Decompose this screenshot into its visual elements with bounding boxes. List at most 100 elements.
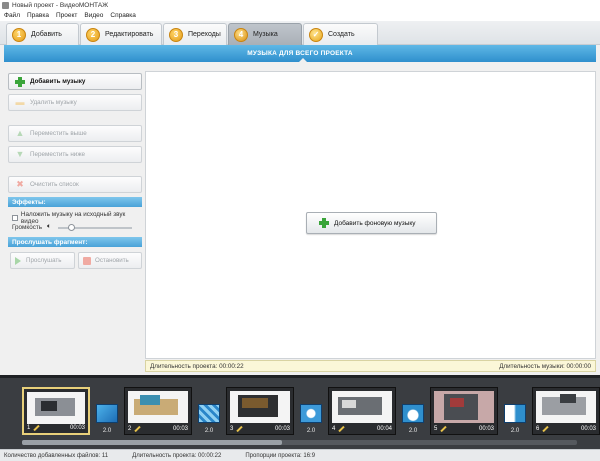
listen-label: Прослушать	[26, 257, 62, 264]
menu-video[interactable]: Видео	[84, 12, 103, 19]
transition-icon	[198, 404, 220, 423]
transition-duration: 2.0	[102, 428, 112, 434]
add-music-button[interactable]: Добавить музыку	[8, 73, 142, 90]
transition-duration: 2.0	[204, 428, 214, 434]
status-bar: Количество добавленных файлов: 11 Длител…	[0, 449, 600, 461]
timeline-scrollbar[interactable]	[22, 440, 577, 445]
timeline-clip[interactable]: 2 00:03	[124, 387, 192, 435]
listen-button[interactable]: Прослушать	[10, 252, 75, 269]
volume-label: Громкость	[12, 223, 43, 231]
checkmark-icon: ✓	[309, 27, 323, 42]
clip-info: 6 00:03	[533, 423, 599, 434]
project-duration: Длительность проекта: 00:00:22	[150, 362, 244, 370]
files-added-count: Количество добавленных файлов: 11	[4, 452, 109, 459]
pencil-icon[interactable]	[134, 425, 142, 432]
tab-label: Редактировать	[105, 31, 154, 38]
transition[interactable]: 2.0	[502, 404, 528, 434]
window-title: Новый проект - ВидеоМОНТАЖ	[12, 1, 109, 9]
clip-index: 4	[332, 425, 336, 432]
pencil-icon[interactable]	[338, 425, 346, 432]
music-sidebar: Добавить музыку ▬ Удалить музыку ▲ Перем…	[4, 66, 142, 372]
clear-list-button[interactable]: ✖ Очистить список	[8, 176, 142, 193]
remove-music-button[interactable]: ▬ Удалить музыку	[8, 94, 142, 111]
tab-transitions[interactable]: 3 Переходы	[163, 23, 227, 45]
aspect-ratio: Пропорции проекта: 16:9	[245, 452, 316, 459]
stop-label: Остановить	[95, 257, 129, 264]
add-background-music-label: Добавить фоновую музыку	[334, 219, 416, 227]
volume-slider-handle[interactable]	[68, 224, 75, 231]
transition[interactable]: 2.0	[400, 404, 426, 434]
step-number-icon: 1	[12, 27, 26, 42]
clip-duration: 00:03	[478, 425, 494, 432]
clip-thumbnail	[332, 391, 392, 423]
clip-thumbnail	[27, 392, 85, 424]
timeline-clip[interactable]: 5 00:03	[430, 387, 498, 435]
arrow-down-icon: ▼	[15, 149, 25, 159]
title-bar: Новый проект - ВидеоМОНТАЖ	[0, 0, 600, 10]
timeline-clip[interactable]: 1 00:03	[22, 387, 90, 435]
tab-label: Создать	[328, 31, 355, 38]
transition-duration: 2.0	[510, 428, 520, 434]
tab-add[interactable]: 1 Добавить	[6, 23, 79, 45]
add-background-music-button[interactable]: Добавить фоновую музыку	[306, 212, 437, 234]
step-number-icon: 3	[169, 27, 183, 42]
plus-icon	[319, 218, 329, 228]
tab-label: Музыка	[253, 31, 278, 38]
move-up-label: Переместить выше	[30, 130, 87, 137]
header-notch	[298, 58, 308, 63]
pencil-icon[interactable]	[33, 424, 41, 431]
clip-info: 2 00:03	[125, 423, 191, 434]
timeline: 1 00:03 2.0 2 00:03 2.0 3 00:03 2.0 4 00…	[0, 375, 600, 449]
stop-icon	[83, 256, 91, 265]
pencil-icon[interactable]	[440, 425, 448, 432]
volume-row: Громкость 🔈︎	[12, 223, 51, 231]
speaker-icon: 🔈︎	[47, 223, 52, 230]
pencil-icon[interactable]	[236, 425, 244, 432]
timeline-scrollbar-thumb[interactable]	[22, 440, 282, 445]
transition-icon	[96, 404, 118, 423]
timeline-clip[interactable]: 4 00:04	[328, 387, 396, 435]
clip-duration: 00:03	[172, 425, 188, 432]
move-up-button[interactable]: ▲ Переместить выше	[8, 125, 142, 142]
transition[interactable]: 2.0	[196, 404, 222, 434]
stop-button[interactable]: Остановить	[78, 252, 142, 269]
menu-file[interactable]: Файл	[4, 12, 20, 19]
clip-duration: 00:03	[69, 424, 85, 431]
step-number-icon: 2	[86, 27, 100, 42]
overlay-checkbox[interactable]	[12, 215, 18, 221]
status-project-duration: Длительность проекта: 00:00:22	[132, 452, 222, 459]
clip-duration: 00:04	[376, 425, 392, 432]
clip-index: 2	[128, 425, 132, 432]
menu-edit[interactable]: Правка	[27, 12, 49, 19]
tab-label: Переходы	[188, 31, 221, 38]
clear-icon: ✖	[16, 179, 24, 189]
clear-list-label: Очистить список	[30, 181, 79, 188]
menu-project[interactable]: Проект	[56, 12, 77, 19]
transition-icon	[402, 404, 424, 423]
timeline-clip[interactable]: 6 00:03	[532, 387, 600, 435]
music-list-area: Добавить фоновую музыку	[145, 71, 596, 359]
transition-duration: 2.0	[408, 428, 418, 434]
pencil-icon[interactable]	[542, 425, 550, 432]
step-number-icon: 4	[234, 27, 248, 42]
transition[interactable]: 2.0	[94, 404, 120, 434]
music-duration: Длительность музыки: 00:00:00	[499, 362, 591, 370]
clip-info: 3 00:03	[227, 423, 293, 434]
clip-index: 5	[434, 425, 438, 432]
timeline-clip[interactable]: 3 00:03	[226, 387, 294, 435]
tab-edit[interactable]: 2 Редактировать	[80, 23, 162, 45]
clip-thumbnail	[536, 391, 596, 423]
section-header: МУЗЫКА ДЛЯ ВСЕГО ПРОЕКТА	[4, 45, 596, 63]
menu-help[interactable]: Справка	[110, 12, 136, 19]
clip-duration: 00:03	[274, 425, 290, 432]
clip-info: 4 00:04	[329, 423, 395, 434]
tab-create[interactable]: ✓ Создать	[303, 23, 378, 45]
move-down-button[interactable]: ▼ Переместить ниже	[8, 146, 142, 163]
plus-icon	[15, 76, 25, 87]
transition-icon	[300, 404, 322, 423]
clip-thumbnail	[128, 391, 188, 423]
transition[interactable]: 2.0	[298, 404, 324, 434]
tab-music[interactable]: 4 Музыка	[228, 23, 302, 45]
remove-music-label: Удалить музыку	[30, 99, 77, 106]
clip-info: 5 00:03	[431, 423, 497, 434]
